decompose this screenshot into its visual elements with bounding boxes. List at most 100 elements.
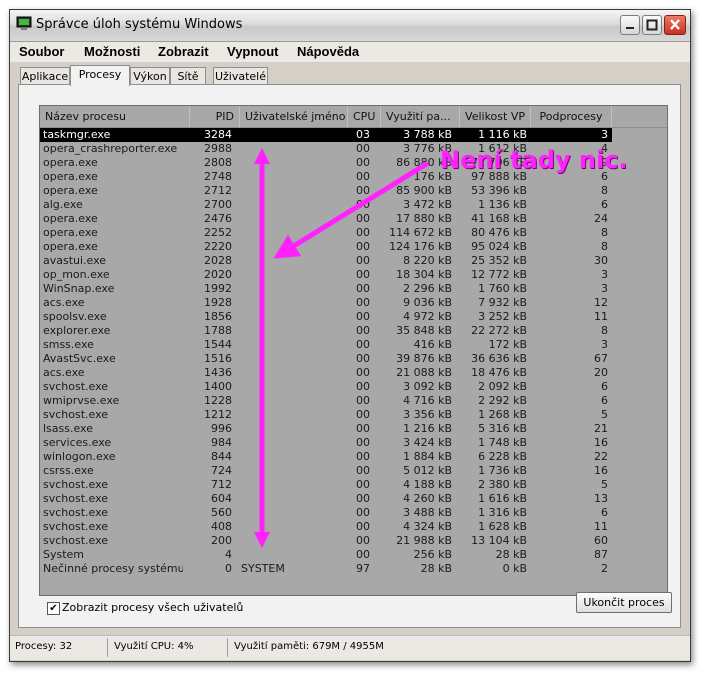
process-cell-threads: 3	[601, 338, 608, 351]
process-cell-name: svchost.exe	[43, 506, 109, 519]
process-row[interactable]: opera.exe 2252 00 114 672 kB 80 476 kB 8	[40, 226, 612, 240]
tab-aplikace[interactable]: Aplikace	[20, 67, 70, 84]
process-row[interactable]: System 4 00 256 kB 28 kB 87	[40, 548, 612, 562]
process-row[interactable]: svchost.exe 408 00 4 324 kB 1 628 kB 11	[40, 520, 612, 534]
process-row[interactable]: explorer.exe 1788 00 35 848 kB 22 272 kB 8	[40, 324, 612, 338]
process-cell-name: opera.exe	[43, 170, 98, 183]
process-cell-mem: 114 672 kB	[389, 226, 452, 239]
column-header-pid[interactable]: PID	[190, 106, 240, 127]
process-cell-user	[241, 506, 341, 520]
process-row[interactable]: svchost.exe 1400 00 3 092 kB 2 092 kB 6	[40, 380, 612, 394]
process-row[interactable]: acs.exe 1928 00 9 036 kB 7 932 kB 12	[40, 296, 612, 310]
process-row[interactable]: spoolsv.exe 1856 00 4 972 kB 3 252 kB 11	[40, 310, 612, 324]
tab-uzivatele[interactable]: Uživatelé	[213, 67, 268, 84]
title-bar[interactable]: Správce úloh systému Windows	[10, 10, 690, 42]
process-cell-threads: 5	[601, 408, 608, 421]
column-header-threads[interactable]: Podprocesy	[531, 106, 612, 127]
menu-zobrazit[interactable]: Zobrazit	[158, 44, 209, 59]
process-cell-cpu: 00	[356, 520, 370, 533]
process-row[interactable]: AvastSvc.exe 1516 00 39 876 kB 36 636 kB 67	[40, 352, 612, 366]
process-cell-pid: 2020	[204, 268, 232, 281]
maximize-button[interactable]	[642, 15, 662, 35]
process-row[interactable]: lsass.exe 996 00 1 216 kB 5 316 kB 21	[40, 422, 612, 436]
process-cell-user	[241, 380, 341, 394]
process-list[interactable]: Název procesu PID Uživatelské jméno CPU …	[39, 105, 668, 596]
process-row[interactable]: services.exe 984 00 3 424 kB 1 748 kB 16	[40, 436, 612, 450]
menu-moznosti[interactable]: Možnosti	[84, 44, 140, 59]
process-row[interactable]: WinSnap.exe 1992 00 2 296 kB 1 760 kB 3	[40, 282, 612, 296]
process-cell-pid: 712	[211, 478, 232, 491]
process-cell-threads: 22	[594, 450, 608, 463]
process-cell-name: System	[43, 548, 85, 561]
status-separator	[227, 638, 228, 657]
process-cell-pid: 3284	[204, 128, 232, 141]
menu-soubor[interactable]: Soubor	[19, 44, 65, 59]
process-row[interactable]: alg.exe 2700 00 3 472 kB 1 136 kB 6	[40, 198, 612, 212]
end-process-button[interactable]: Ukončit proces	[576, 592, 672, 613]
process-cell-threads: 8	[601, 184, 608, 197]
status-separator	[107, 638, 108, 657]
process-cell-cpu: 00	[356, 310, 370, 323]
minimize-button[interactable]	[620, 15, 640, 35]
process-cell-vm: 1 136 kB	[478, 198, 527, 211]
process-row[interactable]: svchost.exe 200 00 21 988 kB 13 104 kB 60	[40, 534, 612, 548]
process-cell-threads: 11	[594, 520, 608, 533]
process-row[interactable]: op_mon.exe 2020 00 18 304 kB 12 772 kB 3	[40, 268, 612, 282]
process-cell-threads: 67	[594, 352, 608, 365]
column-header-name[interactable]: Název procesu	[40, 106, 190, 127]
menu-vypnout[interactable]: Vypnout	[227, 44, 279, 59]
process-row[interactable]: opera.exe 2220 00 124 176 kB 95 024 kB 8	[40, 240, 612, 254]
column-header-vm-size[interactable]: Velikost VP	[460, 106, 531, 127]
process-cell-vm: 25 352 kB	[471, 254, 527, 267]
process-cell-cpu: 00	[356, 170, 370, 183]
process-cell-cpu: 00	[356, 506, 370, 519]
process-cell-user	[241, 520, 341, 534]
process-cell-pid: 1788	[204, 324, 232, 337]
close-button[interactable]	[664, 15, 686, 35]
process-cell-vm: 1 760 kB	[478, 282, 527, 295]
column-header-memory[interactable]: Využití pa...	[381, 106, 460, 127]
process-cell-threads: 30	[594, 254, 608, 267]
process-cell-user	[241, 534, 341, 548]
tab-procesy[interactable]: Procesy	[70, 65, 130, 86]
process-row[interactable]: svchost.exe 604 00 4 260 kB 1 616 kB 13	[40, 492, 612, 506]
process-cell-threads: 3	[601, 128, 608, 141]
process-row[interactable]: wmiprvse.exe 1228 00 4 716 kB 2 292 kB 6	[40, 394, 612, 408]
process-cell-name: winlogon.exe	[43, 450, 116, 463]
task-manager-icon	[16, 16, 32, 30]
process-cell-mem: 21 988 kB	[396, 534, 452, 547]
process-cell-vm: 0 kB	[502, 562, 527, 575]
show-all-users-checkbox[interactable]: ✔	[47, 602, 60, 615]
process-cell-threads: 60	[594, 534, 608, 547]
process-row[interactable]: smss.exe 1544 00 416 kB 172 kB 3	[40, 338, 612, 352]
status-processes: Procesy: 32	[15, 641, 73, 652]
process-row[interactable]: opera.exe 2712 00 85 900 kB 53 396 kB 8	[40, 184, 612, 198]
process-row[interactable]: svchost.exe 560 00 3 488 kB 1 316 kB 6	[40, 506, 612, 520]
process-row[interactable]: Nečinné procesy systému 0 SYSTEM 97 28 kB 0 k…	[40, 562, 612, 576]
process-cell-user	[241, 212, 341, 226]
tab-site[interactable]: Sítě	[170, 67, 206, 84]
process-row[interactable]: svchost.exe 712 00 4 188 kB 2 380 kB 5	[40, 478, 612, 492]
process-cell-user	[241, 394, 341, 408]
tab-vykon[interactable]: Výkon	[130, 67, 170, 84]
column-header-cpu[interactable]: CPU	[348, 106, 381, 127]
show-all-users-label[interactable]: Zobrazit procesy všech uživatelů	[62, 601, 243, 614]
process-cell-threads: 20	[594, 366, 608, 379]
process-row[interactable]: opera.exe 2476 00 17 880 kB 41 168 kB 24	[40, 212, 612, 226]
process-cell-name: op_mon.exe	[43, 268, 110, 281]
process-cell-user	[241, 310, 341, 324]
process-cell-mem: 3 092 kB	[403, 380, 452, 393]
process-row[interactable]: avastui.exe 2028 00 8 220 kB 25 352 kB 30	[40, 254, 612, 268]
process-row[interactable]: acs.exe 1436 00 21 088 kB 18 476 kB 20	[40, 366, 612, 380]
process-cell-pid: 2252	[204, 226, 232, 239]
process-row[interactable]: winlogon.exe 844 00 1 884 kB 6 228 kB 22	[40, 450, 612, 464]
process-row[interactable]: csrss.exe 724 00 5 012 kB 1 736 kB 16	[40, 464, 612, 478]
menu-napoveda[interactable]: Nápověda	[297, 44, 359, 59]
process-cell-user: SYSTEM	[241, 562, 285, 575]
process-row[interactable]: taskmgr.exe 3284 03 3 788 kB 1 116 kB 3	[40, 128, 612, 142]
process-row[interactable]: svchost.exe 1212 00 3 356 kB 1 268 kB 5	[40, 408, 612, 422]
column-header-user[interactable]: Uživatelské jméno	[240, 106, 348, 127]
process-cell-threads: 2	[601, 562, 608, 575]
process-cell-mem: 9 036 kB	[403, 296, 452, 309]
process-cell-vm: 36 636 kB	[471, 352, 527, 365]
